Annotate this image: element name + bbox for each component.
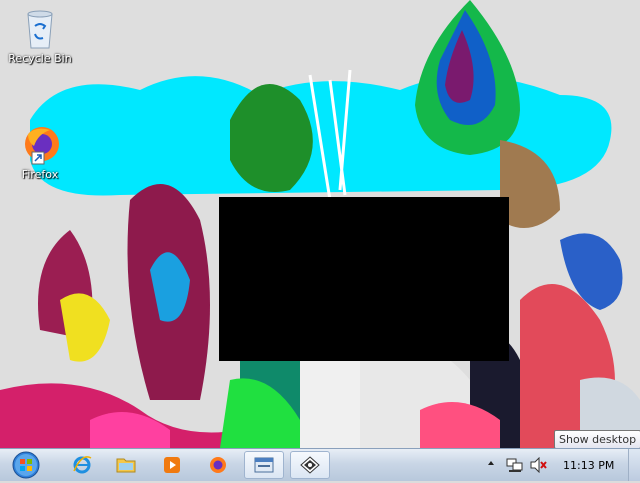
firefox-icon (25, 127, 59, 165)
pattern-app-icon (300, 456, 320, 474)
firefox-icon (210, 457, 226, 473)
recycle-bin-label: Recycle Bin (8, 52, 72, 65)
start-button[interactable] (6, 450, 46, 480)
taskbar-firefox[interactable] (198, 451, 238, 479)
recycle-bin-shortcut[interactable]: Recycle Bin (5, 8, 75, 65)
desktop: Recycle Bin Firefox (0, 0, 640, 448)
firefox-label: Firefox (21, 168, 59, 181)
taskbar-windows-explorer[interactable] (106, 451, 146, 479)
folder-icon (116, 458, 136, 473)
blank-window[interactable] (219, 197, 509, 361)
firefox-shortcut[interactable]: Firefox (5, 124, 75, 181)
show-desktop-tooltip: Show desktop (554, 430, 640, 449)
taskbar-internet-explorer[interactable] (62, 451, 102, 479)
show-desktop-button[interactable] (628, 449, 640, 481)
chevron-up-icon[interactable] (486, 458, 496, 471)
window-app-icon (254, 457, 274, 473)
clock[interactable]: 11:13 PM (563, 459, 614, 472)
media-player-icon (164, 457, 180, 473)
taskbar-app-window[interactable] (244, 451, 284, 479)
network-icon[interactable] (506, 457, 524, 476)
recycle-bin-icon (27, 10, 53, 49)
volume-muted-icon[interactable] (530, 456, 548, 476)
taskbar-media-player[interactable] (152, 451, 192, 479)
internet-explorer-icon (73, 456, 92, 474)
notification-area (484, 449, 640, 481)
taskbar: 11:13 PM (0, 448, 640, 481)
taskbar-app-running[interactable] (290, 451, 330, 479)
windows-start-orb-icon (12, 451, 40, 479)
